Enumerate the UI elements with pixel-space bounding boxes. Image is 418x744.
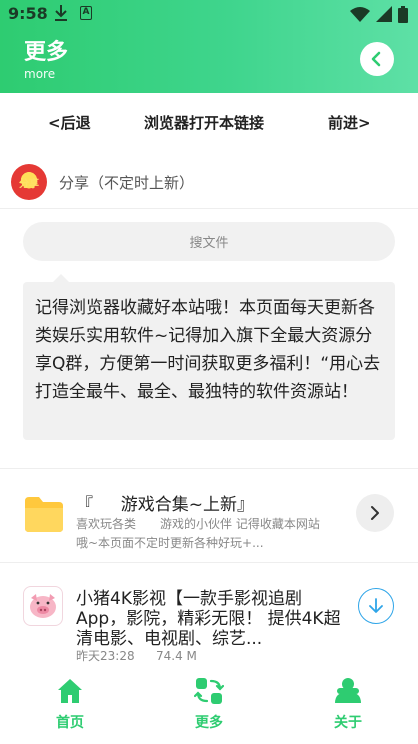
nav-forward-link[interactable]: 前进> — [328, 112, 371, 133]
nav-back-link[interactable]: <后退 — [48, 112, 91, 133]
status-time: 9:58 — [8, 4, 48, 23]
open-item-button[interactable] — [356, 494, 394, 532]
chevron-right-icon — [371, 506, 379, 520]
home-icon — [58, 679, 82, 703]
share-label: 分享（不定时上新） — [59, 174, 195, 192]
pig-icon — [30, 594, 56, 618]
person-icon — [335, 678, 361, 703]
status-bar: 9:58 A — [0, 0, 418, 28]
download-arrow-icon — [369, 598, 383, 613]
item-desc-line1: 喜欢玩各类 游戏的小伙伴 记得收藏本网站 — [76, 517, 320, 531]
tab-label: 更多 — [195, 715, 223, 731]
item-title: 『 游戏合集~上新』 — [76, 495, 255, 515]
item-size: 74.4 M — [156, 649, 197, 663]
back-button[interactable] — [360, 42, 394, 76]
search-placeholder: 搜文件 — [189, 236, 229, 251]
item-desc-line2: 哦~本页面不定时更新各种好玩+... — [76, 536, 264, 550]
download-button[interactable] — [358, 588, 394, 624]
chevron-left-icon — [371, 51, 381, 67]
folder-icon — [25, 497, 63, 532]
tab-home[interactable]: 首页 — [30, 676, 110, 732]
battery-icon — [398, 5, 408, 23]
tab-label: 关于 — [334, 715, 362, 731]
page-subtitle: more — [24, 67, 56, 81]
swap-icon — [194, 678, 224, 704]
status-icons — [350, 5, 408, 23]
tab-more[interactable]: 更多 — [169, 676, 249, 732]
tab-label: 首页 — [56, 715, 84, 731]
notice-bubble: 记得浏览器收藏好本站哦！本页面每天更新各类娱乐实用软件~记得加入旗下全最大资源分… — [23, 274, 395, 440]
open-in-browser-link[interactable]: 浏览器打开本链接 — [144, 112, 264, 133]
divider — [0, 468, 418, 469]
page-title: 更多 — [24, 40, 69, 65]
wifi-icon — [350, 7, 370, 22]
app-notification-icon: A — [80, 6, 92, 20]
share-logo: 分享 — [11, 164, 47, 200]
pig-app-icon — [23, 586, 63, 626]
share-header: 分享 分享（不定时上新） — [0, 157, 418, 209]
download-notification-icon — [55, 5, 67, 21]
notice-text: 记得浏览器收藏好本站哦！本页面每天更新各类娱乐实用软件~记得加入旗下全最大资源分… — [35, 298, 381, 402]
item-title-line3: 清电影、电视剧、综艺... — [76, 629, 263, 649]
share-logo-text: 分享 — [19, 178, 39, 190]
bottom-tab-bar: 首页 更多 关于 — [0, 668, 418, 744]
divider — [0, 562, 418, 563]
search-files-input[interactable]: 搜文件 — [23, 222, 395, 261]
item-date: 昨天23:28 — [76, 649, 135, 663]
signal-icon — [376, 6, 392, 22]
tab-about[interactable]: 关于 — [308, 676, 388, 732]
